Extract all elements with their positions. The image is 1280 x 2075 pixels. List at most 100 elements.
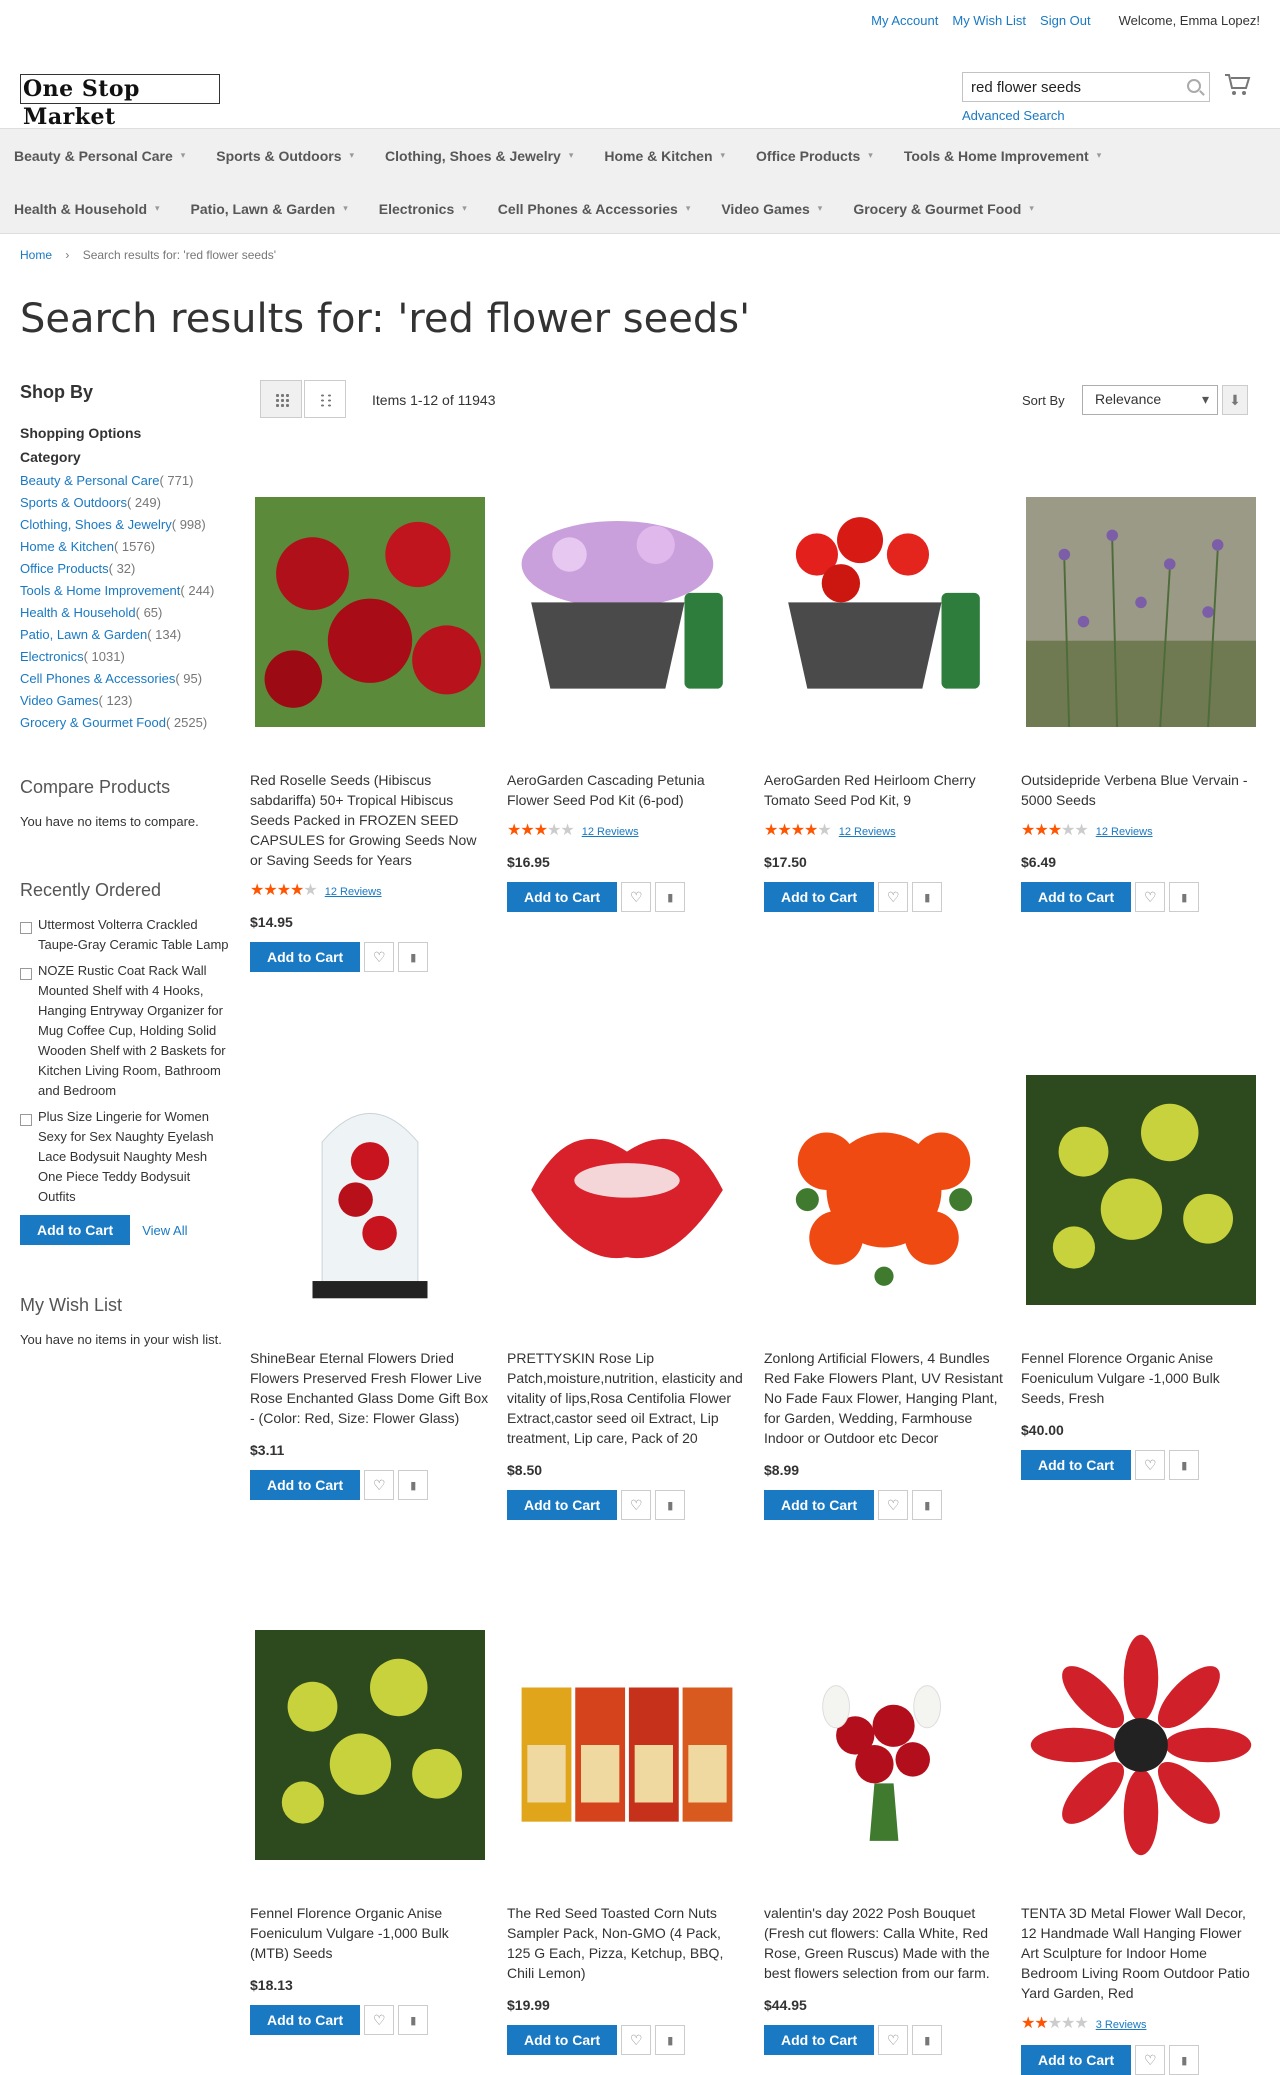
category-filter-item[interactable]: Office Products( 32) — [20, 559, 230, 579]
product-name[interactable]: Outsidepride Verbena Blue Vervain - 5000… — [1021, 770, 1261, 810]
nav-item[interactable]: Video Games ▾ — [707, 182, 839, 235]
add-to-compare-button[interactable]: ▮ — [655, 882, 686, 912]
add-to-wishlist-button[interactable]: ♡ — [621, 1490, 652, 1520]
category-filter-label[interactable]: Health & Household — [20, 605, 136, 620]
recent-item-checkbox[interactable] — [20, 968, 32, 980]
add-to-wishlist-button[interactable]: ♡ — [1135, 2045, 1166, 2075]
product-image[interactable] — [507, 1595, 747, 1895]
category-filter-item[interactable]: Cell Phones & Accessories( 95) — [20, 669, 230, 689]
category-filter-item[interactable]: Patio, Lawn & Garden( 134) — [20, 625, 230, 645]
recent-item-checkbox[interactable] — [20, 1114, 32, 1126]
breadcrumb-home[interactable]: Home — [20, 248, 52, 262]
product-image[interactable] — [764, 462, 1004, 762]
add-to-compare-button[interactable]: ▮ — [912, 2025, 943, 2055]
category-filter-item[interactable]: Video Games( 123) — [20, 691, 230, 711]
my-account-link[interactable]: My Account — [871, 13, 938, 28]
add-to-wishlist-button[interactable]: ♡ — [1135, 882, 1166, 912]
add-to-wishlist-button[interactable]: ♡ — [621, 882, 652, 912]
product-reviews-link[interactable]: 12 Reviews — [582, 826, 639, 838]
product-image[interactable] — [507, 1040, 747, 1340]
recent-item-name[interactable]: NOZE Rustic Coat Rack Wall Mounted Shelf… — [38, 961, 230, 1101]
category-filter-label[interactable]: Home & Kitchen — [20, 539, 114, 554]
advanced-search-link[interactable]: Advanced Search — [962, 108, 1065, 123]
add-to-wishlist-button[interactable]: ♡ — [364, 1470, 395, 1500]
product-image[interactable] — [250, 462, 490, 762]
nav-item[interactable]: Tools & Home Improvement ▾ — [890, 129, 1118, 182]
add-to-cart-button[interactable]: Add to Cart — [1021, 2045, 1132, 2075]
recent-item-name[interactable]: Uttermost Volterra Crackled Taupe-Gray C… — [38, 915, 230, 955]
product-reviews-link[interactable]: 12 Reviews — [1096, 826, 1153, 838]
product-image[interactable] — [250, 1040, 490, 1340]
product-name[interactable]: Red Roselle Seeds (Hibiscus sabdariffa) … — [250, 770, 490, 870]
category-filter-label[interactable]: Clothing, Shoes & Jewelry — [20, 517, 172, 532]
add-to-compare-button[interactable]: ▮ — [655, 2025, 686, 2055]
nav-item[interactable]: Health & Household ▾ — [0, 182, 177, 235]
nav-item[interactable]: Office Products ▾ — [742, 129, 890, 182]
product-image[interactable] — [1021, 462, 1261, 762]
product-name[interactable]: Fennel Florence Organic Anise Foeniculum… — [1021, 1348, 1261, 1408]
add-to-cart-button[interactable]: Add to Cart — [507, 2025, 618, 2055]
add-to-cart-button[interactable]: Add to Cart — [1021, 1450, 1132, 1480]
category-filter-label[interactable]: Patio, Lawn & Garden — [20, 627, 147, 642]
product-name[interactable]: Zonlong Artificial Flowers, 4 Bundles Re… — [764, 1348, 1004, 1448]
product-image[interactable] — [1021, 1595, 1261, 1895]
add-to-compare-button[interactable]: ▮ — [912, 882, 943, 912]
nav-item[interactable]: Beauty & Personal Care ▾ — [0, 129, 202, 182]
add-to-cart-button[interactable]: Add to Cart — [764, 882, 875, 912]
add-to-compare-button[interactable]: ▮ — [398, 1470, 429, 1500]
add-to-wishlist-button[interactable]: ♡ — [878, 1490, 909, 1520]
add-to-cart-button[interactable]: Add to Cart — [250, 942, 361, 972]
nav-item[interactable]: Clothing, Shoes & Jewelry ▾ — [371, 129, 590, 182]
sort-direction-button[interactable]: ⬇ — [1222, 385, 1248, 415]
add-to-cart-button[interactable]: Add to Cart — [250, 1470, 361, 1500]
cart-icon[interactable] — [1222, 70, 1252, 100]
nav-item[interactable]: Home & Kitchen ▾ — [590, 129, 742, 182]
search-icon[interactable] — [1187, 79, 1201, 93]
category-filter-label[interactable]: Video Games — [20, 693, 99, 708]
nav-item[interactable]: Grocery & Gourmet Food ▾ — [839, 182, 1051, 235]
product-name[interactable]: TENTA 3D Metal Flower Wall Decor, 12 Han… — [1021, 1903, 1261, 2003]
category-filter-item[interactable]: Beauty & Personal Care( 771) — [20, 471, 230, 491]
grid-view-button[interactable] — [260, 380, 302, 418]
category-filter-item[interactable]: Clothing, Shoes & Jewelry( 998) — [20, 515, 230, 535]
add-to-cart-button[interactable]: Add to Cart — [507, 1490, 618, 1520]
add-to-wishlist-button[interactable]: ♡ — [878, 882, 909, 912]
category-filter-label[interactable]: Beauty & Personal Care — [20, 473, 159, 488]
nav-item[interactable]: Electronics ▾ — [365, 182, 484, 235]
recent-add-to-cart-button[interactable]: Add to Cart — [20, 1215, 131, 1245]
product-image[interactable] — [1021, 1040, 1261, 1340]
add-to-cart-button[interactable]: Add to Cart — [250, 2005, 361, 2035]
sign-out-link[interactable]: Sign Out — [1040, 13, 1091, 28]
add-to-compare-button[interactable]: ▮ — [1169, 2045, 1200, 2075]
product-reviews-link[interactable]: 12 Reviews — [325, 886, 382, 898]
category-filter-label[interactable]: Tools & Home Improvement — [20, 583, 180, 598]
my-wish-list-link[interactable]: My Wish List — [952, 13, 1026, 28]
category-filter-label[interactable]: Sports & Outdoors — [20, 495, 127, 510]
category-filter-item[interactable]: Grocery & Gourmet Food( 2525) — [20, 713, 230, 733]
product-name[interactable]: ShineBear Eternal Flowers Dried Flowers … — [250, 1348, 490, 1428]
category-filter-item[interactable]: Tools & Home Improvement( 244) — [20, 581, 230, 601]
list-view-button[interactable] — [304, 380, 346, 418]
add-to-cart-button[interactable]: Add to Cart — [764, 2025, 875, 2055]
sort-by-select[interactable]: Relevance — [1082, 385, 1218, 415]
nav-item[interactable]: Sports & Outdoors ▾ — [202, 129, 371, 182]
logo[interactable]: One Stop Market — [20, 74, 220, 130]
nav-item[interactable]: Cell Phones & Accessories ▾ — [484, 182, 708, 235]
product-image[interactable] — [507, 462, 747, 762]
add-to-compare-button[interactable]: ▮ — [398, 2005, 429, 2035]
category-filter-label[interactable]: Electronics — [20, 649, 84, 664]
category-filter-item[interactable]: Home & Kitchen( 1576) — [20, 537, 230, 557]
add-to-wishlist-button[interactable]: ♡ — [878, 2025, 909, 2055]
add-to-wishlist-button[interactable]: ♡ — [1135, 1450, 1166, 1480]
product-reviews-link[interactable]: 12 Reviews — [839, 826, 896, 838]
product-name[interactable]: The Red Seed Toasted Corn Nuts Sampler P… — [507, 1903, 747, 1983]
product-name[interactable]: PRETTYSKIN Rose Lip Patch,moisture,nutri… — [507, 1348, 747, 1448]
add-to-wishlist-button[interactable]: ♡ — [364, 942, 395, 972]
add-to-compare-button[interactable]: ▮ — [912, 1490, 943, 1520]
view-all-link[interactable]: View All — [142, 1223, 187, 1238]
add-to-wishlist-button[interactable]: ♡ — [621, 2025, 652, 2055]
add-to-compare-button[interactable]: ▮ — [398, 942, 429, 972]
search-input[interactable]: red flower seeds — [962, 72, 1210, 102]
add-to-compare-button[interactable]: ▮ — [1169, 882, 1200, 912]
product-name[interactable]: AeroGarden Red Heirloom Cherry Tomato Se… — [764, 770, 1004, 810]
